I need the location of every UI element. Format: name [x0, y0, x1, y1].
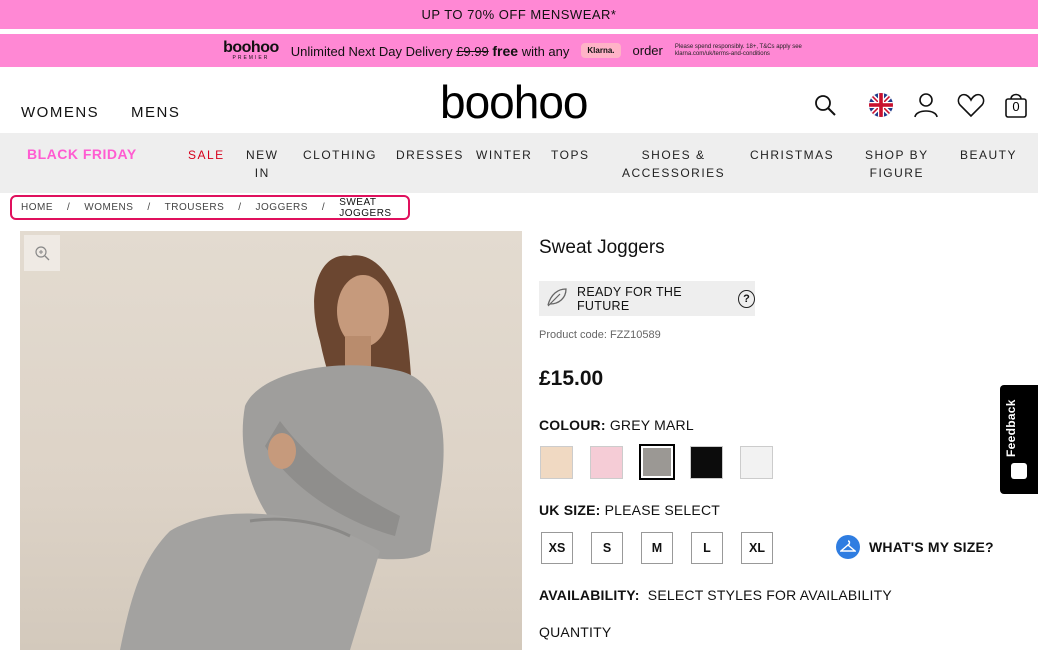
product-price: £15.00 — [539, 367, 604, 390]
whats-my-size-link[interactable]: WHAT'S MY SIZE? — [836, 535, 994, 559]
menu-tops[interactable]: TOPS — [551, 146, 589, 164]
colour-swatch-black[interactable] — [690, 446, 723, 479]
ready-for-future-badge[interactable]: READY FOR THE FUTURE ? — [539, 281, 755, 316]
zoom-button[interactable] — [24, 235, 60, 271]
product-image[interactable] — [20, 231, 522, 650]
breadcrumb-separator: / — [67, 202, 71, 213]
breadcrumb-womens[interactable]: WOMENS — [84, 202, 133, 213]
breadcrumb-separator: / — [238, 202, 242, 213]
colour-label: COLOUR: GREY MARL — [539, 417, 694, 433]
menu-dresses[interactable]: DRESSES — [396, 146, 464, 164]
size-button-l[interactable]: L — [691, 532, 723, 564]
promo-banner-menswear[interactable]: UP TO 70% OFF MENSWEAR* — [0, 0, 1038, 29]
colour-swatch-pink[interactable] — [590, 446, 623, 479]
colour-swatch-white[interactable] — [740, 446, 773, 479]
small-print: Please spend responsibly. 18+, T&Cs appl… — [674, 43, 802, 57]
site-header: WOMENS MENS boohoo 0 — [0, 67, 1038, 133]
klarna-badge: Klarna. — [581, 43, 621, 58]
delivery-text: Unlimited Next Day Delivery £9.99 free w… — [290, 42, 570, 59]
colour-swatch-nude[interactable] — [540, 446, 573, 479]
product-title: Sweat Joggers — [539, 237, 665, 258]
hanger-icon — [836, 535, 860, 559]
nav-womens[interactable]: WOMENS — [21, 104, 99, 121]
help-icon[interactable]: ? — [738, 289, 755, 308]
menu-shop-by-figure[interactable]: SHOP BY FIGURE — [865, 146, 929, 182]
breadcrumb-joggers[interactable]: JOGGERS — [256, 202, 308, 213]
uk-flag-icon[interactable] — [867, 91, 895, 119]
feedback-label: Feedback — [1004, 399, 1018, 457]
premier-logo: boohoo PREMIER — [223, 39, 279, 61]
breadcrumb-separator: / — [147, 202, 151, 213]
menu-winter[interactable]: WINTER — [476, 146, 532, 164]
product-code: Product code: FZZ10589 — [539, 329, 661, 341]
promo-banner-text: UP TO 70% OFF MENSWEAR* — [421, 7, 617, 22]
size-button-xs[interactable]: XS — [541, 532, 573, 564]
search-icon[interactable] — [811, 91, 839, 119]
size-button-s[interactable]: S — [591, 532, 623, 564]
colour-swatch-grey-marl[interactable] — [639, 444, 675, 480]
size-button-xl[interactable]: XL — [741, 532, 773, 564]
old-delivery-price: £9.99 — [456, 43, 489, 59]
bag-icon[interactable]: 0 — [1002, 91, 1030, 119]
menu-shoes-accessories[interactable]: SHOES & ACCESSORIES — [622, 146, 725, 182]
breadcrumb-home[interactable]: HOME — [21, 202, 53, 213]
menu-new-in[interactable]: NEW IN — [246, 146, 279, 182]
menu-beauty[interactable]: BEAUTY — [960, 146, 1017, 164]
breadcrumb: HOME / WOMENS / TROUSERS / JOGGERS / SWE… — [10, 195, 410, 220]
main-menu: BLACK FRIDAY SALE NEW IN CLOTHING DRESSES… — [0, 133, 1038, 193]
bag-count: 0 — [1012, 99, 1020, 114]
breadcrumb-separator: / — [321, 202, 326, 213]
quantity-label: QUANTITY — [539, 624, 612, 640]
menu-clothing[interactable]: CLOTHING — [303, 146, 377, 164]
ready-for-future-label: READY FOR THE FUTURE — [577, 284, 682, 313]
nav-mens[interactable]: MENS — [131, 104, 180, 121]
whats-my-size-label: WHAT'S MY SIZE? — [869, 539, 994, 555]
site-logo[interactable]: boohoo — [440, 79, 588, 125]
menu-sale[interactable]: SALE — [188, 146, 225, 164]
feedback-tab[interactable]: Feedback — [1000, 385, 1038, 494]
menu-black-friday[interactable]: BLACK FRIDAY — [27, 145, 137, 163]
promo-banner-delivery[interactable]: boohoo PREMIER Unlimited Next Day Delive… — [0, 34, 1038, 67]
account-icon[interactable] — [912, 91, 940, 119]
menu-christmas[interactable]: CHRISTMAS — [750, 146, 834, 164]
feedback-icon — [1011, 463, 1027, 479]
size-label: UK SIZE: PLEASE SELECT — [539, 502, 721, 518]
breadcrumb-current: SWEAT JOGGERS — [339, 196, 392, 219]
availability-row: AVAILABILITY: SELECT STYLES FOR AVAILABI… — [539, 587, 892, 603]
free-text: free — [492, 42, 519, 59]
model-photo — [120, 255, 444, 650]
zoom-in-icon — [35, 246, 50, 261]
leaf-icon — [545, 286, 569, 311]
wishlist-heart-icon[interactable] — [957, 91, 985, 119]
order-text: order — [632, 43, 663, 58]
size-button-m[interactable]: M — [641, 532, 673, 564]
breadcrumb-trousers[interactable]: TROUSERS — [165, 202, 225, 213]
